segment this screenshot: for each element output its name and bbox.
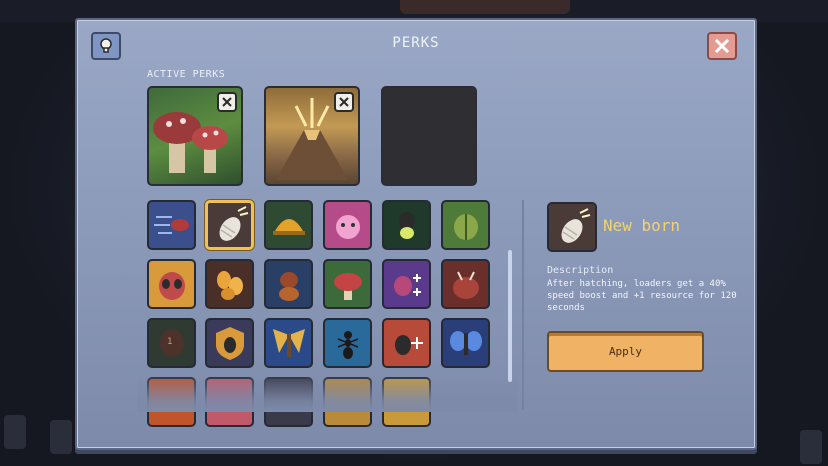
mushroom-icon xyxy=(333,273,362,300)
remove-perk-button[interactable] xyxy=(217,92,237,112)
close-icon xyxy=(714,38,730,54)
panel-title: PERKS xyxy=(392,35,440,51)
beetle-icon xyxy=(453,214,478,240)
perk-ant-plus[interactable] xyxy=(382,259,431,309)
pink-bug-icon xyxy=(335,215,360,239)
helmet-icon xyxy=(272,219,305,235)
perk-helmet[interactable] xyxy=(264,200,313,250)
perk-new-born[interactable] xyxy=(205,200,254,250)
apply-button[interactable]: Apply xyxy=(547,331,704,372)
red-ant-icon xyxy=(278,272,299,301)
close-icon xyxy=(339,97,349,107)
remove-perk-button[interactable] xyxy=(334,92,354,112)
selected-perk-name: New born xyxy=(603,216,681,235)
perk-ant-silhouette[interactable] xyxy=(323,318,372,368)
close-icon xyxy=(222,97,232,107)
active-slot-mushroom[interactable] xyxy=(147,86,243,186)
ant-head-icon xyxy=(452,271,479,299)
fast-ant-icon xyxy=(153,216,189,234)
ant-plus-icon xyxy=(394,335,423,355)
larvae-icon xyxy=(216,271,243,300)
perk-blue-moth[interactable] xyxy=(441,318,490,368)
perk-locked[interactable]: 1 xyxy=(147,318,196,368)
active-perks-label: ACTIVE PERKS xyxy=(147,69,226,80)
lightbulb-icon xyxy=(100,38,112,53)
description-label: Description xyxy=(547,265,614,276)
close-button[interactable] xyxy=(707,32,737,60)
perk-beetle[interactable] xyxy=(441,200,490,250)
perk-ant-shield[interactable] xyxy=(205,318,254,368)
perk-pink-bug[interactable] xyxy=(323,200,372,250)
perk-larvae[interactable] xyxy=(205,259,254,309)
ant-plus-icon xyxy=(393,274,421,296)
perk-moth[interactable] xyxy=(264,318,313,368)
active-slot-volcano[interactable] xyxy=(264,86,360,186)
hud-banner xyxy=(400,0,570,14)
larva-icon xyxy=(561,208,591,243)
panel-divider xyxy=(522,200,524,410)
perk-level-number: 1 xyxy=(167,337,173,347)
shield-icon xyxy=(215,327,244,360)
perk-red-mushroom[interactable] xyxy=(323,259,372,309)
hud-slot xyxy=(4,415,26,449)
ant-face-icon xyxy=(158,272,185,300)
perks-panel: PERKS ACTIVE PERKS 1 New born Descriptio… xyxy=(75,18,757,450)
hint-button[interactable] xyxy=(91,32,121,60)
perk-red-ant[interactable] xyxy=(264,259,313,309)
hud-slot xyxy=(50,420,72,454)
description-text: After hatching, loaders get a 40% speed … xyxy=(547,279,737,313)
selected-perk-icon xyxy=(547,202,597,252)
perk-grid-scrollbar[interactable] xyxy=(508,250,512,382)
ant-silhouette-icon xyxy=(337,331,358,359)
moth-icon xyxy=(272,329,305,357)
perk-ant-plus-red[interactable] xyxy=(382,318,431,368)
perk-firefly[interactable] xyxy=(382,200,431,250)
perk-fast-ant[interactable] xyxy=(147,200,196,250)
active-slot-empty[interactable] xyxy=(381,86,477,186)
blue-moth-icon xyxy=(449,331,482,355)
hud-slot xyxy=(800,430,822,464)
firefly-icon xyxy=(398,212,415,239)
grid-fade xyxy=(137,372,517,412)
perk-queen-face[interactable] xyxy=(147,259,196,309)
larva-icon xyxy=(219,206,248,241)
perk-red-ant-head[interactable] xyxy=(441,259,490,309)
